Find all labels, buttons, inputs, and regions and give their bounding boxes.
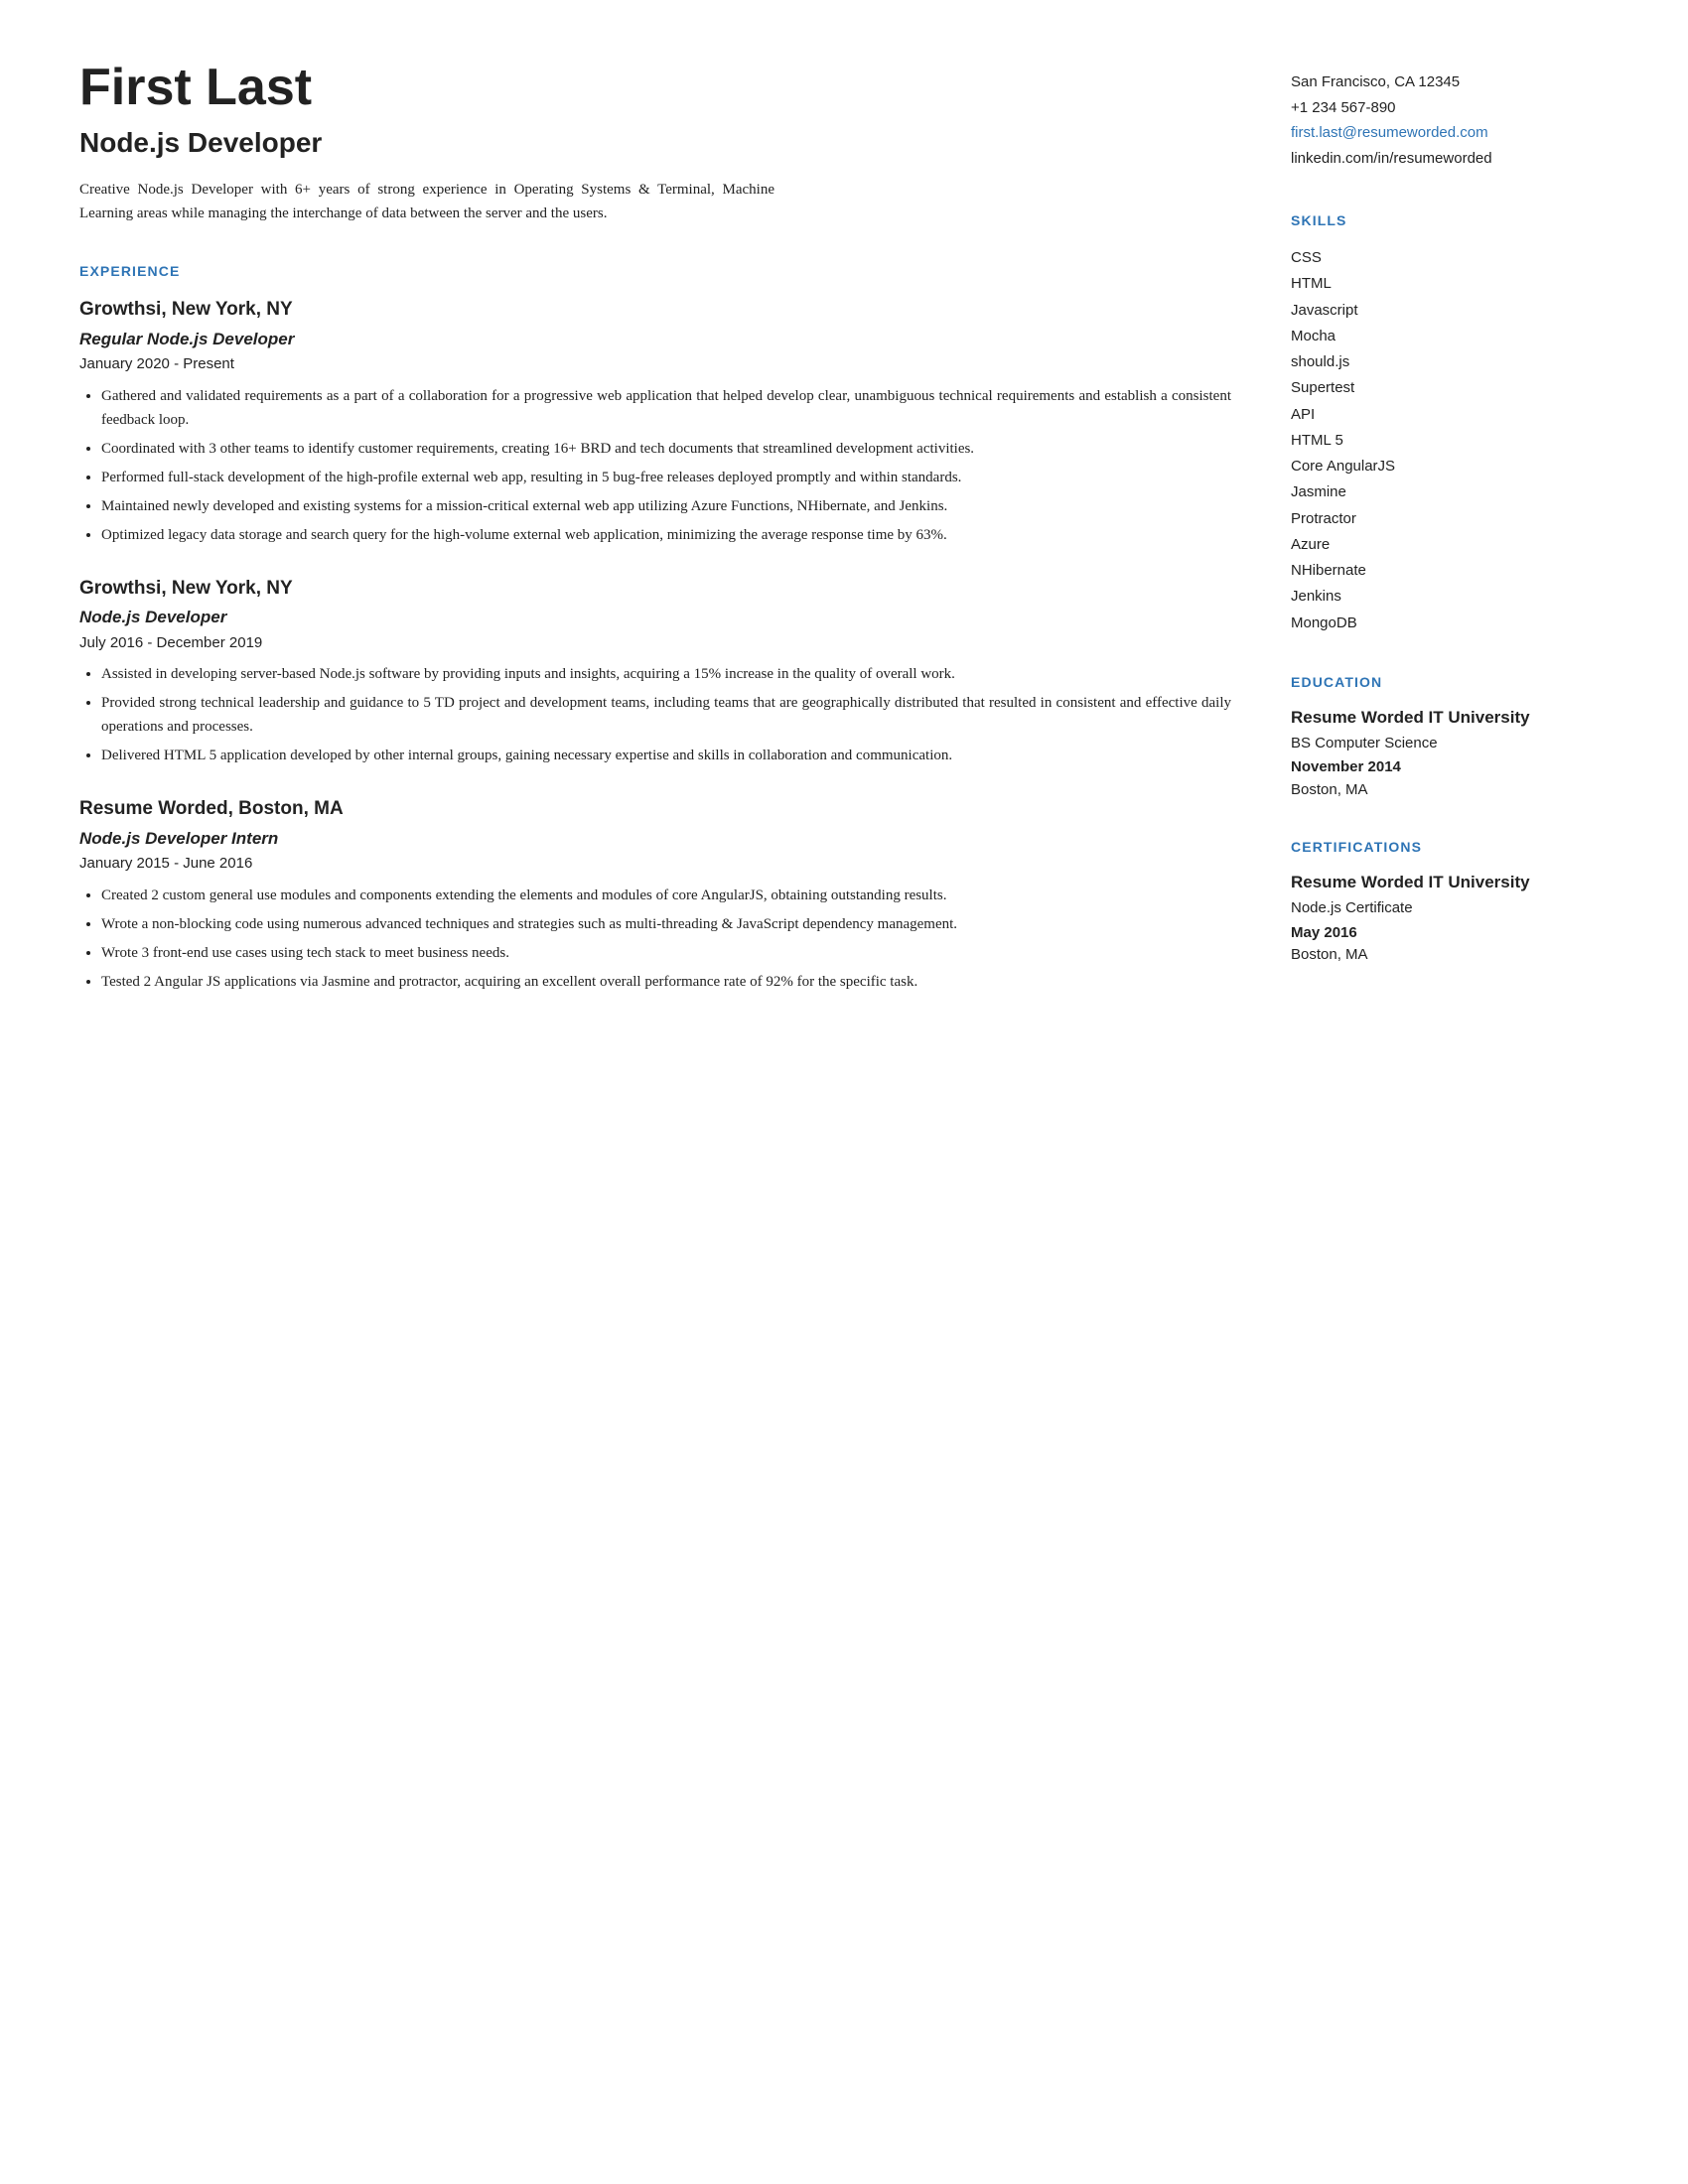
skill-protractor: Protractor [1291, 506, 1609, 532]
skill-mongodb: MongoDB [1291, 611, 1609, 636]
skill-html5: HTML 5 [1291, 428, 1609, 454]
company-line-1: Growthsi, New York, NY [79, 296, 1231, 325]
company-line-3: Resume Worded, Boston, MA [79, 795, 1231, 824]
job-dates-1: January 2020 - Present [79, 353, 1231, 376]
bullet-1-5: Optimized legacy data storage and search… [101, 523, 1231, 547]
contact-phone: +1 234 567-890 [1291, 95, 1609, 121]
education-section: EDUCATION Resume Worded IT University BS… [1291, 672, 1609, 802]
contact-block: San Francisco, CA 12345 +1 234 567-890 f… [1291, 69, 1609, 171]
cert-school-1: Resume Worded IT University [1291, 872, 1609, 893]
skill-html: HTML [1291, 271, 1609, 297]
job-dates-3: January 2015 - June 2016 [79, 853, 1231, 876]
bullet-3-3: Wrote 3 front-end use cases using tech s… [101, 941, 1231, 965]
skills-label: SKILLS [1291, 210, 1609, 231]
bullet-3-2: Wrote a non-blocking code using numerous… [101, 912, 1231, 936]
bullet-list-3: Created 2 custom general use modules and… [79, 884, 1231, 994]
company-name-2: Growthsi, [79, 578, 167, 599]
edu-location-1: Boston, MA [1291, 779, 1609, 802]
skill-api: API [1291, 402, 1609, 428]
skills-list: CSS HTML Javascript Mocha should.js Supe… [1291, 245, 1609, 636]
contact-address: San Francisco, CA 12345 [1291, 69, 1609, 95]
job-block-1: Growthsi, New York, NY Regular Node.js D… [79, 296, 1231, 547]
candidate-name: First Last [79, 60, 1231, 116]
bullet-1-1: Gathered and validated requirements as a… [101, 384, 1231, 432]
skill-jenkins: Jenkins [1291, 584, 1609, 610]
bullet-2-2: Provided strong technical leadership and… [101, 691, 1231, 739]
skill-css: CSS [1291, 245, 1609, 271]
skill-supertest: Supertest [1291, 375, 1609, 401]
cert-block-1: Resume Worded IT University Node.js Cert… [1291, 872, 1609, 967]
company-location-3: Boston, MA [238, 798, 344, 819]
job-dates-2: July 2016 - December 2019 [79, 632, 1231, 655]
skill-angularjs: Core AngularJS [1291, 454, 1609, 479]
cert-name-1: Node.js Certificate [1291, 897, 1609, 920]
skill-jasmine: Jasmine [1291, 479, 1609, 505]
bullet-1-4: Maintained newly developed and existing … [101, 494, 1231, 518]
certifications-section: CERTIFICATIONS Resume Worded IT Universi… [1291, 837, 1609, 967]
edu-date-1: November 2014 [1291, 756, 1609, 779]
company-name-1: Growthsi, [79, 299, 167, 320]
job-title-1: Regular Node.js Developer [79, 327, 1231, 352]
bullet-3-4: Tested 2 Angular JS applications via Jas… [101, 970, 1231, 994]
bullet-3-1: Created 2 custom general use modules and… [101, 884, 1231, 907]
job-title-3: Node.js Developer Intern [79, 826, 1231, 852]
bullet-list-2: Assisted in developing server-based Node… [79, 662, 1231, 767]
cert-date-1: May 2016 [1291, 922, 1609, 945]
edu-school-1: Resume Worded IT University [1291, 707, 1609, 729]
contact-email-link[interactable]: first.last@resumeworded.com [1291, 124, 1488, 141]
skill-mocha: Mocha [1291, 324, 1609, 349]
skill-azure: Azure [1291, 532, 1609, 558]
skill-shouldjs: should.js [1291, 349, 1609, 375]
cert-location-1: Boston, MA [1291, 944, 1609, 967]
experience-section: EXPERIENCE Growthsi, New York, NY Regula… [79, 261, 1231, 994]
resume-page: First Last Node.js Developer Creative No… [0, 0, 1688, 2184]
edu-block-1: Resume Worded IT University BS Computer … [1291, 707, 1609, 802]
bullet-2-3: Delivered HTML 5 application developed b… [101, 744, 1231, 767]
skill-javascript: Javascript [1291, 298, 1609, 324]
bullet-1-3: Performed full-stack development of the … [101, 466, 1231, 489]
experience-label: EXPERIENCE [79, 261, 1231, 282]
certifications-label: CERTIFICATIONS [1291, 837, 1609, 858]
skills-section: SKILLS CSS HTML Javascript Mocha should.… [1291, 210, 1609, 636]
job-title-2: Node.js Developer [79, 605, 1231, 630]
education-label: EDUCATION [1291, 672, 1609, 693]
company-location-2: New York, NY [172, 578, 293, 599]
candidate-summary: Creative Node.js Developer with 6+ years… [79, 178, 774, 225]
bullet-1-2: Coordinated with 3 other teams to identi… [101, 437, 1231, 461]
contact-linkedin: linkedin.com/in/resumeworded [1291, 146, 1609, 172]
bullet-2-1: Assisted in developing server-based Node… [101, 662, 1231, 686]
right-column: San Francisco, CA 12345 +1 234 567-890 f… [1291, 60, 1609, 2124]
job-block-3: Resume Worded, Boston, MA Node.js Develo… [79, 795, 1231, 994]
edu-degree-1: BS Computer Science [1291, 733, 1609, 755]
candidate-title: Node.js Developer [79, 122, 1231, 164]
left-column: First Last Node.js Developer Creative No… [79, 60, 1231, 2124]
bullet-list-1: Gathered and validated requirements as a… [79, 384, 1231, 547]
job-block-2: Growthsi, New York, NY Node.js Developer… [79, 575, 1231, 768]
company-line-2: Growthsi, New York, NY [79, 575, 1231, 604]
skill-nhibernate: NHibernate [1291, 558, 1609, 584]
company-name-3: Resume Worded, [79, 798, 233, 819]
company-location-1: New York, NY [172, 299, 293, 320]
